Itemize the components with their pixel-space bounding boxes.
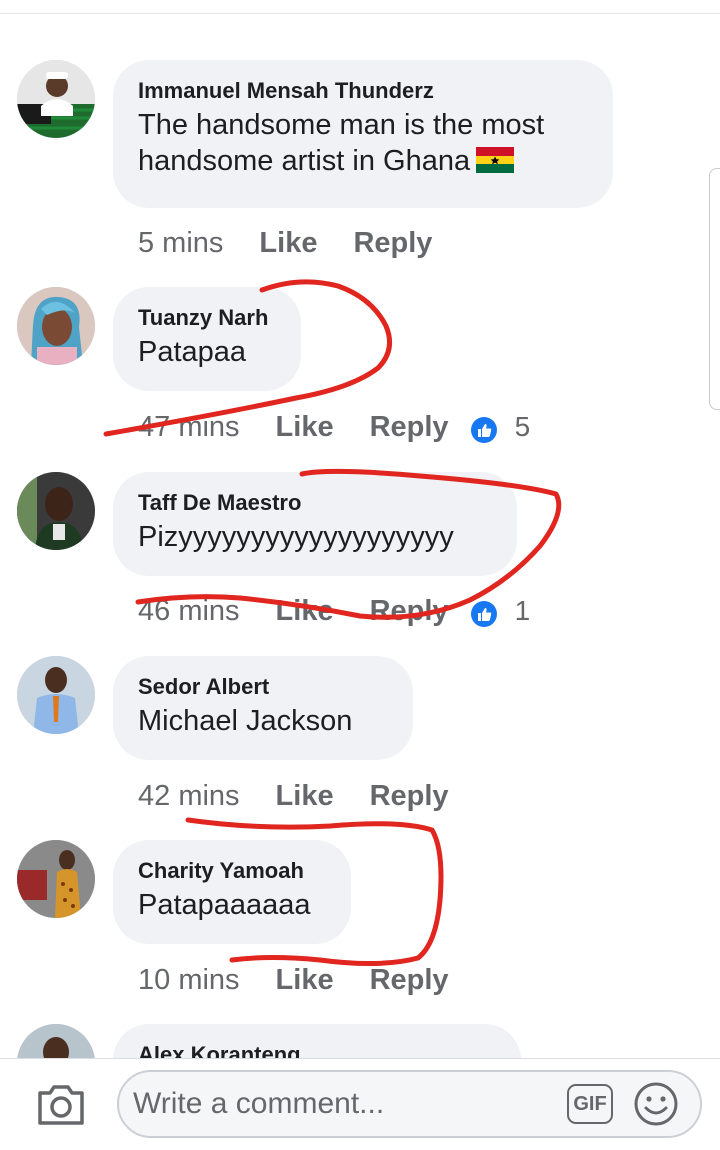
- ghana-flag-icon: [476, 146, 515, 173]
- avatar[interactable]: [17, 656, 95, 734]
- comment-author[interactable]: Sedor Albert: [138, 673, 387, 701]
- comment-time[interactable]: 5 mins: [138, 223, 223, 263]
- comment-text: Patapaa: [138, 336, 247, 368]
- avatar[interactable]: [17, 472, 95, 550]
- smiley-icon[interactable]: [633, 1081, 679, 1127]
- comment-author[interactable]: Charity Yamoah: [138, 857, 325, 885]
- comment-meta: 47 mins Like Reply 5: [138, 406, 530, 446]
- like-button[interactable]: Like: [259, 223, 317, 263]
- comment-text: Patapaaaaaa: [138, 889, 311, 921]
- comment-time[interactable]: 42 mins: [138, 776, 240, 816]
- comments-list: Immanuel Mensah Thunderz The handsome ma…: [0, 0, 720, 1058]
- reaction-count[interactable]: 5: [515, 407, 531, 447]
- gif-icon[interactable]: GIF: [567, 1084, 613, 1124]
- comment-author[interactable]: Immanuel Mensah Thunderz: [138, 77, 587, 105]
- comment-bubble: Tuanzy Narh Patapaa: [113, 287, 301, 391]
- comment-author[interactable]: Tuanzy Narh: [138, 304, 275, 332]
- like-reaction-icon[interactable]: [470, 414, 497, 444]
- comment-text: The handsome man is the most handsome ar…: [138, 107, 587, 179]
- reply-button[interactable]: Reply: [353, 223, 432, 263]
- comment-text: Pizyyyyyyyyyyyyyyyyyyy: [138, 521, 454, 553]
- comment-meta: 46 mins Like Reply 1: [138, 590, 530, 630]
- avatar[interactable]: [17, 60, 95, 138]
- reply-button[interactable]: Reply: [370, 407, 449, 447]
- avatar[interactable]: [17, 287, 95, 365]
- comment-bubble: Taff De Maestro Pizyyyyyyyyyyyyyyyyyyy: [113, 472, 517, 576]
- comment-time[interactable]: 46 mins: [138, 591, 240, 631]
- comment-time[interactable]: 47 mins: [138, 407, 240, 447]
- comment-input-placeholder: Write a comment...: [133, 1087, 385, 1120]
- comment-input[interactable]: Write a comment... GIF: [117, 1070, 702, 1138]
- avatar[interactable]: [17, 840, 95, 918]
- like-button[interactable]: Like: [276, 407, 334, 447]
- like-reaction-icon[interactable]: [470, 598, 497, 628]
- comment-meta: 42 mins Like Reply: [138, 775, 471, 815]
- reaction-count[interactable]: 1: [515, 591, 531, 631]
- comment-author[interactable]: Alex Koranteng: [138, 1041, 495, 1058]
- reply-button[interactable]: Reply: [370, 776, 449, 816]
- comment-meta: 10 mins Like Reply: [138, 959, 471, 999]
- comment-time[interactable]: 10 mins: [138, 960, 240, 1000]
- comment-bubble: Alex Koranteng: [113, 1024, 521, 1058]
- like-button[interactable]: Like: [276, 591, 334, 631]
- camera-icon[interactable]: [36, 1081, 86, 1127]
- comment-text: Michael Jackson: [138, 705, 353, 737]
- comment-composer: Write a comment... GIF: [0, 1058, 720, 1150]
- comment-bubble: Charity Yamoah Patapaaaaaa: [113, 840, 351, 944]
- reply-button[interactable]: Reply: [370, 591, 449, 631]
- comment-bubble: Immanuel Mensah Thunderz The handsome ma…: [113, 60, 613, 208]
- comment-meta: 5 mins Like Reply: [138, 222, 454, 262]
- reply-button[interactable]: Reply: [370, 960, 449, 1000]
- comment-author[interactable]: Taff De Maestro: [138, 489, 491, 517]
- like-button[interactable]: Like: [276, 776, 334, 816]
- comment-bubble: Sedor Albert Michael Jackson: [113, 656, 413, 760]
- scroll-handle[interactable]: [709, 168, 720, 410]
- like-button[interactable]: Like: [276, 960, 334, 1000]
- avatar[interactable]: [17, 1024, 95, 1058]
